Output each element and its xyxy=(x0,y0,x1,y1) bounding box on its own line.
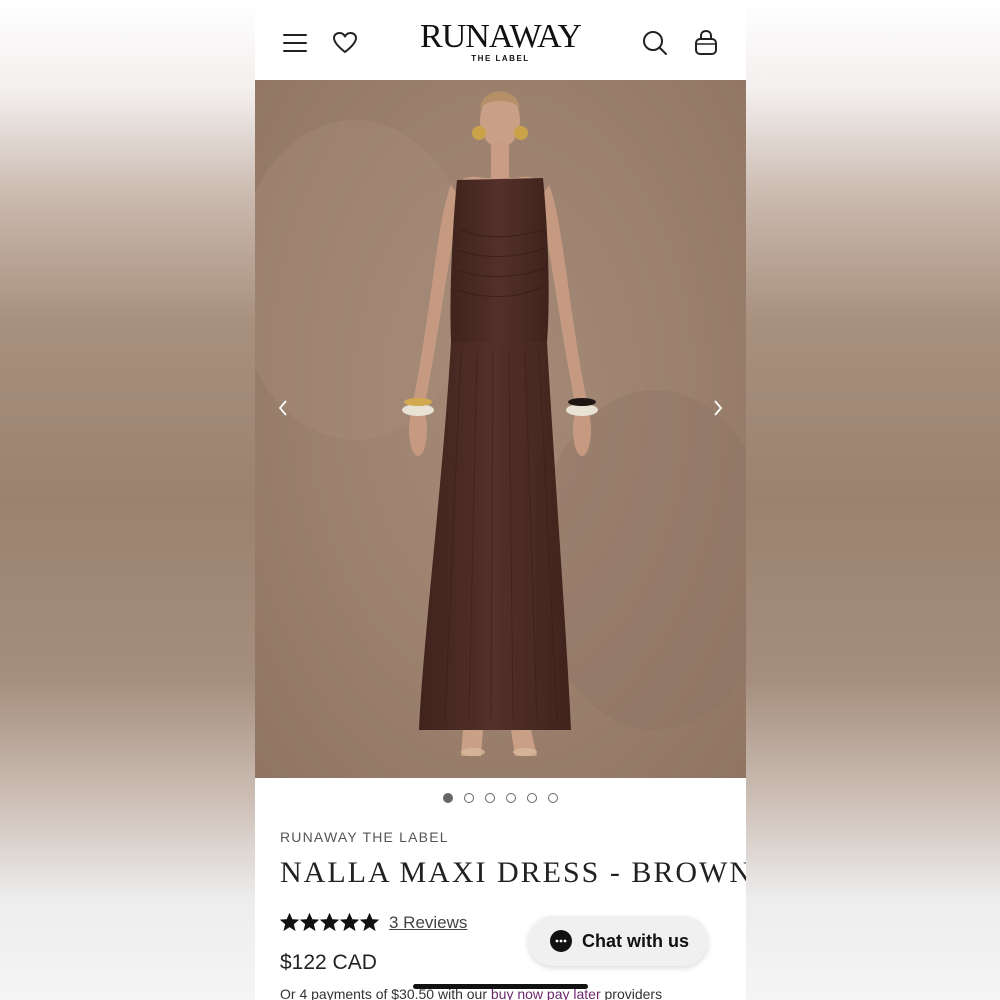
heart-icon[interactable] xyxy=(329,28,361,58)
carousel-dot[interactable] xyxy=(548,793,558,803)
product-image[interactable] xyxy=(255,80,746,778)
chat-bubble-icon xyxy=(550,930,572,952)
product-title: NALLA MAXI DRESS - BROWN xyxy=(280,856,746,889)
chat-label: Chat with us xyxy=(582,930,689,951)
phone-screen: RUNAWAY THE LABEL RUNAWAY THE LABEL NALL… xyxy=(255,0,746,1000)
star-icon xyxy=(280,912,299,932)
brand-logo[interactable]: RUNAWAY THE LABEL xyxy=(415,18,586,63)
carousel-dot[interactable] xyxy=(506,793,516,803)
reviews-link[interactable]: 3 Reviews xyxy=(389,913,467,933)
star-icon xyxy=(360,912,379,932)
carousel-dot[interactable] xyxy=(527,793,537,803)
logo-wordmark: RUNAWAY xyxy=(420,18,582,55)
shopping-bag-icon[interactable] xyxy=(691,27,721,59)
star-icon xyxy=(340,912,359,932)
hamburger-icon[interactable] xyxy=(279,28,311,58)
chevron-right-icon[interactable] xyxy=(706,396,730,420)
chevron-left-icon[interactable] xyxy=(271,396,295,420)
site-header: RUNAWAY THE LABEL xyxy=(255,0,746,80)
star-icon xyxy=(320,912,339,932)
star-icon xyxy=(300,912,319,932)
carousel-dot[interactable] xyxy=(464,793,474,803)
carousel-dots xyxy=(255,793,746,809)
installments-suffix: providers xyxy=(600,986,663,1000)
model-photo xyxy=(255,91,746,756)
carousel-dot[interactable] xyxy=(443,793,453,803)
carousel-dot[interactable] xyxy=(485,793,495,803)
search-icon[interactable] xyxy=(639,28,671,58)
rating-stars xyxy=(280,912,379,932)
product-price: $122 CAD xyxy=(280,951,377,974)
product-brand: RUNAWAY THE LABEL xyxy=(280,829,449,845)
chat-button[interactable]: Chat with us xyxy=(528,916,708,966)
home-indicator xyxy=(413,984,588,989)
